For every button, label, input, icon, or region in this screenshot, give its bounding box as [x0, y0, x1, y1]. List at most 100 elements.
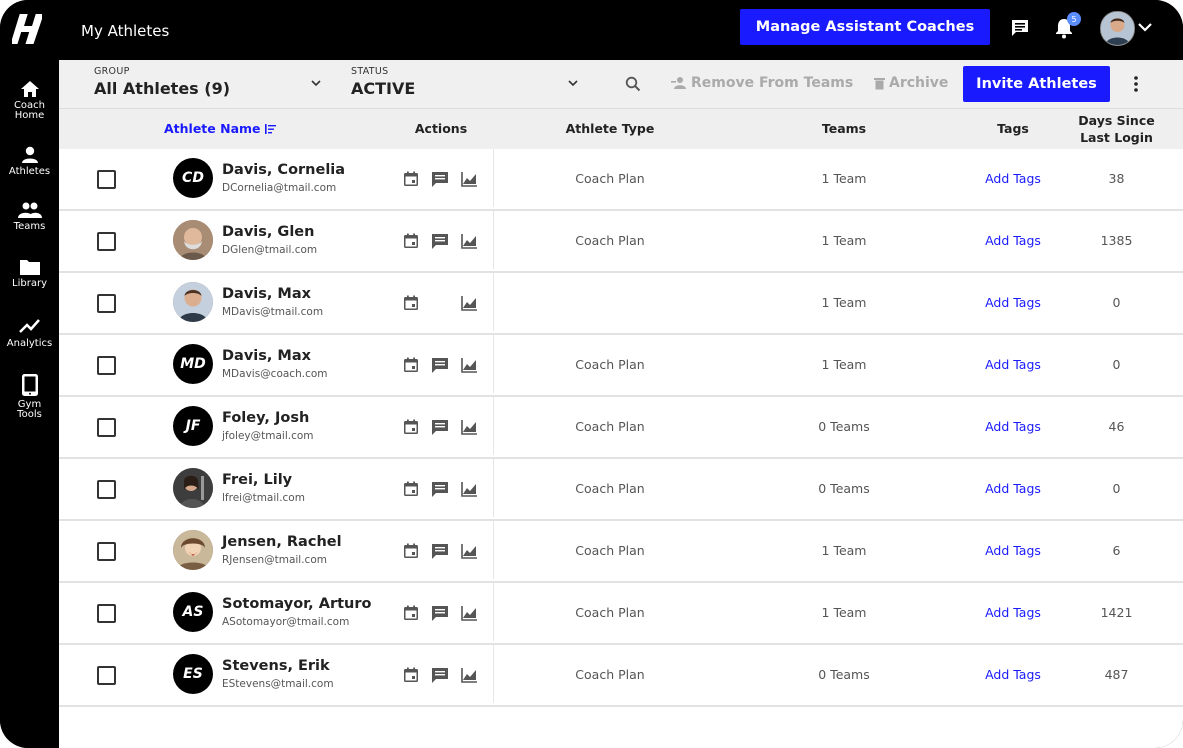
add-tags-link[interactable]: Add Tags [963, 419, 1063, 434]
add-tags-link[interactable]: Add Tags [963, 481, 1063, 496]
analytics-chart-icon[interactable] [460, 542, 478, 560]
row-checkbox[interactable] [97, 170, 116, 189]
add-tags-link[interactable]: Add Tags [963, 233, 1063, 248]
athlete-name[interactable]: Davis, Cornelia [222, 162, 345, 178]
athlete-type: Coach Plan [575, 171, 645, 186]
row-checkbox[interactable] [97, 356, 116, 375]
group-filter-select[interactable]: All Athletes (9) [94, 79, 230, 98]
message-icon[interactable] [431, 604, 449, 622]
analytics-chart-icon[interactable] [460, 480, 478, 498]
athlete-teams[interactable]: 1 Team [779, 171, 909, 186]
sidebar-item-coach-home[interactable]: Coach Home [0, 80, 59, 121]
athlete-email: lfrei@tmail.com [222, 492, 305, 504]
message-icon[interactable] [431, 232, 449, 250]
chevron-down-icon[interactable] [1136, 18, 1154, 36]
athlete-name[interactable]: Frei, Lily [222, 472, 292, 488]
athlete-teams[interactable]: 1 Team [779, 233, 909, 248]
athlete-type: Coach Plan [575, 605, 645, 620]
search-icon[interactable] [625, 76, 641, 92]
athlete-teams[interactable]: 1 Team [779, 543, 909, 558]
add-tags-link[interactable]: Add Tags [963, 543, 1063, 558]
sidebar-item-label: Teams [13, 221, 46, 232]
analytics-chart-icon[interactable] [460, 356, 478, 374]
sidebar-item-teams[interactable]: Teams [0, 202, 59, 232]
analytics-chart-icon[interactable] [460, 418, 478, 436]
row-checkbox[interactable] [97, 604, 116, 623]
athlete-name[interactable]: Davis, Glen [222, 224, 314, 240]
calendar-icon[interactable] [402, 480, 420, 498]
athlete-name[interactable]: Davis, Max [222, 348, 311, 364]
folder-icon [19, 260, 40, 275]
row-checkbox[interactable] [97, 666, 116, 685]
messages-icon[interactable] [1008, 16, 1032, 40]
message-icon[interactable] [431, 170, 449, 188]
add-tags-link[interactable]: Add Tags [963, 295, 1063, 310]
column-divider [493, 397, 494, 455]
sidebar-item-library[interactable]: Library [0, 258, 59, 289]
calendar-icon[interactable] [402, 356, 420, 374]
sidebar-item-athletes[interactable]: Athletes [0, 146, 59, 177]
analytics-chart-icon[interactable] [460, 604, 478, 622]
calendar-icon[interactable] [402, 666, 420, 684]
status-filter-select[interactable]: ACTIVE [351, 79, 415, 98]
analytics-chart-icon[interactable] [460, 666, 478, 684]
days-header-line2: Last Login [1080, 130, 1153, 145]
chevron-down-icon[interactable] [310, 77, 322, 89]
avatar [173, 282, 213, 322]
message-icon[interactable] [431, 356, 449, 374]
message-icon[interactable] [431, 480, 449, 498]
analytics-chart-icon[interactable] [460, 170, 478, 188]
calendar-icon[interactable] [402, 170, 420, 188]
athlete-teams[interactable]: 1 Team [779, 605, 909, 620]
row-checkbox[interactable] [97, 480, 116, 499]
sidebar-item-analytics[interactable]: Analytics [0, 316, 59, 349]
add-tags-link[interactable]: Add Tags [963, 171, 1063, 186]
athlete-name[interactable]: Stevens, Erik [222, 658, 330, 674]
calendar-icon[interactable] [402, 418, 420, 436]
calendar-icon[interactable] [402, 232, 420, 250]
row-checkbox[interactable] [97, 232, 116, 251]
calendar-icon[interactable] [402, 542, 420, 560]
athlete-name[interactable]: Sotomayor, Arturo [222, 596, 371, 612]
table-row: JF Foley, Josh jfoley@tmail.com Coach Pl… [59, 397, 1183, 459]
chevron-down-icon[interactable] [567, 77, 579, 89]
athlete-teams[interactable]: 0 Teams [779, 667, 909, 682]
analytics-chart-icon[interactable] [460, 294, 478, 312]
user-avatar[interactable] [1100, 11, 1135, 46]
calendar-icon[interactable] [402, 604, 420, 622]
more-options-icon[interactable] [1127, 74, 1145, 94]
message-icon[interactable] [431, 418, 449, 436]
athlete-name[interactable]: Foley, Josh [222, 410, 309, 426]
message-icon[interactable] [431, 666, 449, 684]
sidebar-item-gym-tools[interactable]: Gym Tools [0, 373, 59, 420]
manage-assistant-coaches-button[interactable]: Manage Assistant Coaches [740, 9, 990, 45]
add-tags-link[interactable]: Add Tags [963, 357, 1063, 372]
athlete-teams[interactable]: 1 Team [779, 357, 909, 372]
analytics-chart-icon[interactable] [460, 232, 478, 250]
table-row: AS Sotomayor, Arturo ASotomayor@tmail.co… [59, 583, 1183, 645]
group-filter-label: GROUP [94, 66, 130, 77]
athlete-teams[interactable]: 0 Teams [779, 419, 909, 434]
athlete-table: CD Davis, Cornelia DCornelia@tmail.com C… [59, 149, 1183, 707]
calendar-icon[interactable] [402, 294, 420, 312]
invite-athletes-button[interactable]: Invite Athletes [963, 66, 1110, 102]
message-icon[interactable] [431, 542, 449, 560]
athlete-name-header[interactable]: Athlete Name [164, 121, 276, 136]
add-tags-link[interactable]: Add Tags [963, 667, 1063, 682]
app-logo-icon[interactable] [12, 12, 42, 46]
athlete-email: EStevens@tmail.com [222, 678, 334, 690]
column-divider [493, 521, 494, 579]
row-checkbox[interactable] [97, 542, 116, 561]
remove-from-teams-button[interactable]: Remove From Teams [671, 75, 853, 91]
days-since-login: 6 [1112, 543, 1121, 558]
row-checkbox[interactable] [97, 294, 116, 313]
athlete-name[interactable]: Davis, Max [222, 286, 311, 302]
row-checkbox[interactable] [97, 418, 116, 437]
athlete-teams[interactable]: 0 Teams [779, 481, 909, 496]
archive-button[interactable]: Archive [874, 75, 948, 91]
athlete-name[interactable]: Jensen, Rachel [222, 534, 342, 550]
athlete-teams[interactable]: 1 Team [779, 295, 909, 310]
athlete-name-header-label: Athlete Name [164, 121, 261, 136]
column-divider [493, 335, 494, 393]
add-tags-link[interactable]: Add Tags [963, 605, 1063, 620]
